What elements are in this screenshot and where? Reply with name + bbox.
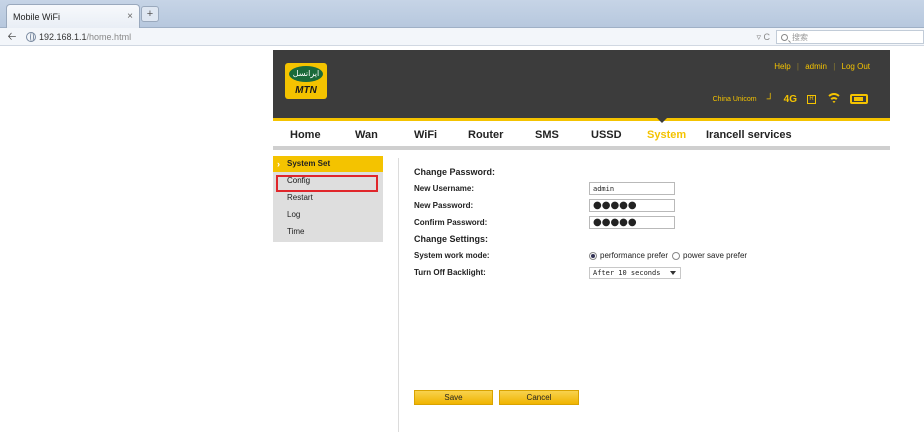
new-tab-button[interactable]: + — [141, 6, 159, 22]
sidebar-item-time[interactable]: Time — [273, 223, 383, 240]
work-mode-label: System work mode: — [414, 251, 490, 260]
username-field[interactable]: admin — [589, 182, 675, 195]
url-host: 192.168.1.1 — [39, 31, 87, 42]
wifi-icon — [826, 93, 842, 105]
backlight-row: Turn Off Backlight: After 10 seconds — [414, 264, 884, 281]
url-path: /home.html — [86, 31, 132, 42]
work-mode-row: System work mode: performance prefer pow… — [414, 247, 884, 264]
password-field[interactable]: ●●●●● — [589, 199, 675, 212]
search-placeholder: 搜索 — [792, 32, 808, 42]
tab-title: Mobile WiFi — [13, 11, 61, 22]
menu-item-wan[interactable]: Wan — [355, 129, 378, 141]
battery-icon — [850, 94, 868, 104]
sidebar-title[interactable]: System Set — [273, 156, 383, 172]
menu-item-irancell-services[interactable]: Irancell services — [706, 129, 792, 141]
work-mode-options: performance prefer power save prefer — [589, 251, 747, 260]
back-arrow-icon[interactable]: 🡠 — [4, 30, 20, 44]
logo-brand: MTN — [295, 85, 317, 96]
logout-link[interactable]: Log Out — [842, 62, 870, 71]
user-link[interactable]: admin — [805, 62, 827, 71]
url-field[interactable]: 192.168.1.1/home.html — [39, 32, 131, 42]
signal-icon: ┘ — [766, 93, 774, 105]
router-header: ایرانسل MTN Help | admin | Log Out China… — [273, 50, 890, 118]
address-bar: 🡠 192.168.1.1/home.html ▿ C 搜索 — [0, 28, 924, 46]
backlight-select[interactable]: After 10 seconds — [589, 266, 681, 279]
active-menu-caret — [657, 118, 667, 123]
backlight-label: Turn Off Backlight: — [414, 268, 486, 277]
menu-item-system[interactable]: System — [647, 129, 686, 141]
change-password-heading: Change Password: — [414, 167, 496, 177]
status-bar: China Unicom ┘ 4G R — [713, 92, 868, 106]
save-button[interactable]: Save — [414, 390, 493, 405]
menu-divider — [273, 146, 890, 150]
carrier-name: China Unicom — [712, 95, 757, 103]
reload-icon[interactable]: ▿ C — [756, 32, 770, 43]
backlight-value: After 10 seconds — [593, 268, 661, 277]
globe-icon — [26, 31, 36, 42]
cancel-button[interactable]: Cancel — [499, 390, 579, 405]
menu-item-wifi[interactable]: WiFi — [414, 129, 437, 141]
network-type: 4G — [783, 93, 797, 105]
irancell-logo: ایرانسل MTN — [285, 63, 327, 99]
menu-item-home[interactable]: Home — [290, 129, 321, 141]
performance-label[interactable]: performance prefer — [600, 251, 668, 260]
browser-search-input[interactable]: 搜索 — [776, 30, 924, 44]
top-links: Help | admin | Log Out — [774, 62, 870, 71]
password-label: New Password: — [414, 201, 474, 210]
username-row: New Username: admin — [414, 180, 884, 197]
confirm-password-field[interactable]: ●●●●● — [589, 216, 675, 229]
config-form: Change Password: New Username: admin New… — [414, 164, 884, 281]
link-separator: | — [796, 62, 799, 71]
username-label: New Username: — [414, 184, 475, 193]
menu-item-sms[interactable]: SMS — [535, 129, 559, 141]
roaming-icon: R — [807, 94, 816, 104]
chevron-down-icon — [670, 270, 676, 275]
menu-item-ussd[interactable]: USSD — [591, 129, 622, 141]
logo-script: ایرانسل — [289, 66, 323, 82]
sidebar-item-log[interactable]: Log — [273, 206, 383, 223]
confirm-password-row: Confirm Password: ●●●●● — [414, 214, 884, 231]
sidebar: System Set Config Restart Log Time — [273, 156, 383, 242]
power-save-radio[interactable] — [672, 251, 681, 260]
nav-right: ▿ C 搜索 — [756, 28, 924, 46]
change-settings-heading: Change Settings: — [414, 234, 489, 244]
link-separator: | — [833, 62, 836, 71]
power-save-label[interactable]: power save prefer — [683, 251, 747, 260]
menu-item-router[interactable]: Router — [468, 129, 503, 141]
config-highlight-box — [276, 175, 378, 192]
help-link[interactable]: Help — [774, 62, 790, 71]
browser-tab-strip: Mobile WiFi × + — [0, 0, 924, 28]
confirm-password-label: Confirm Password: — [414, 218, 488, 227]
performance-radio[interactable] — [589, 251, 597, 260]
search-icon — [781, 33, 788, 41]
password-row: New Password: ●●●●● — [414, 197, 884, 214]
browser-tab[interactable]: Mobile WiFi × — [6, 4, 140, 28]
content-divider — [398, 158, 399, 432]
close-icon[interactable]: × — [127, 11, 133, 22]
main-menu: Home Wan WiFi Router SMS USSD System Ira… — [273, 118, 890, 148]
